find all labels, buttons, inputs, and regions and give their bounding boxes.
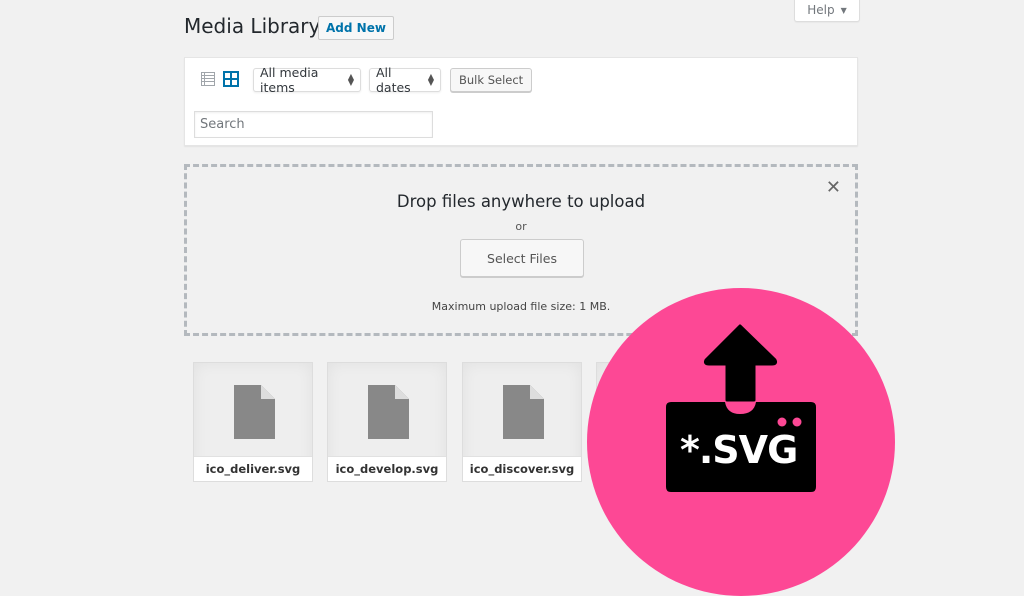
attachment-item[interactable]: ico_develop.svg [327,362,447,482]
bulk-select-button[interactable]: Bulk Select [450,68,533,92]
help-label: Help [807,3,835,17]
help-tab-button[interactable]: Help ▼ [794,0,860,22]
updown-arrows-icon: ▲ ▼ [427,72,434,87]
list-view-icon[interactable] [201,72,215,86]
search-input[interactable] [194,111,433,138]
page-title: Media Library [184,14,321,38]
attachment-item[interactable]: ico_discover.svg [462,362,582,482]
document-icon [234,385,275,439]
add-new-button[interactable]: Add New [318,16,394,40]
media-type-filter-value: All media items [260,65,319,95]
svg-extension-label: *.SVG [680,428,798,472]
attachment-filename: ico_develop.svg [328,456,446,481]
grid-view-icon[interactable] [223,71,239,87]
media-toolbar: All media items ▲ ▼ All dates ▲ ▼ Bulk Sel… [184,57,858,146]
date-filter-value: All dates [376,65,411,95]
attachment-filename: ico_discover.svg [463,456,581,481]
dropzone-or: or [515,220,527,233]
document-icon [368,385,409,439]
svg-upload-badge: *.SVG [587,288,895,596]
date-filter[interactable]: All dates ▲ ▼ [369,65,441,95]
triangle-down-icon: ▼ [840,5,847,15]
select-files-button[interactable]: Select Files [460,239,584,277]
dropzone-title: Drop files anywhere to upload [396,192,646,211]
document-icon [503,385,544,439]
media-type-filter[interactable]: All media items ▲ ▼ [253,65,361,95]
updown-arrows-icon: ▲ ▼ [347,72,354,87]
attachment-filename: ico_deliver.svg [194,456,312,481]
attachment-item[interactable]: ico_deliver.svg [193,362,313,482]
